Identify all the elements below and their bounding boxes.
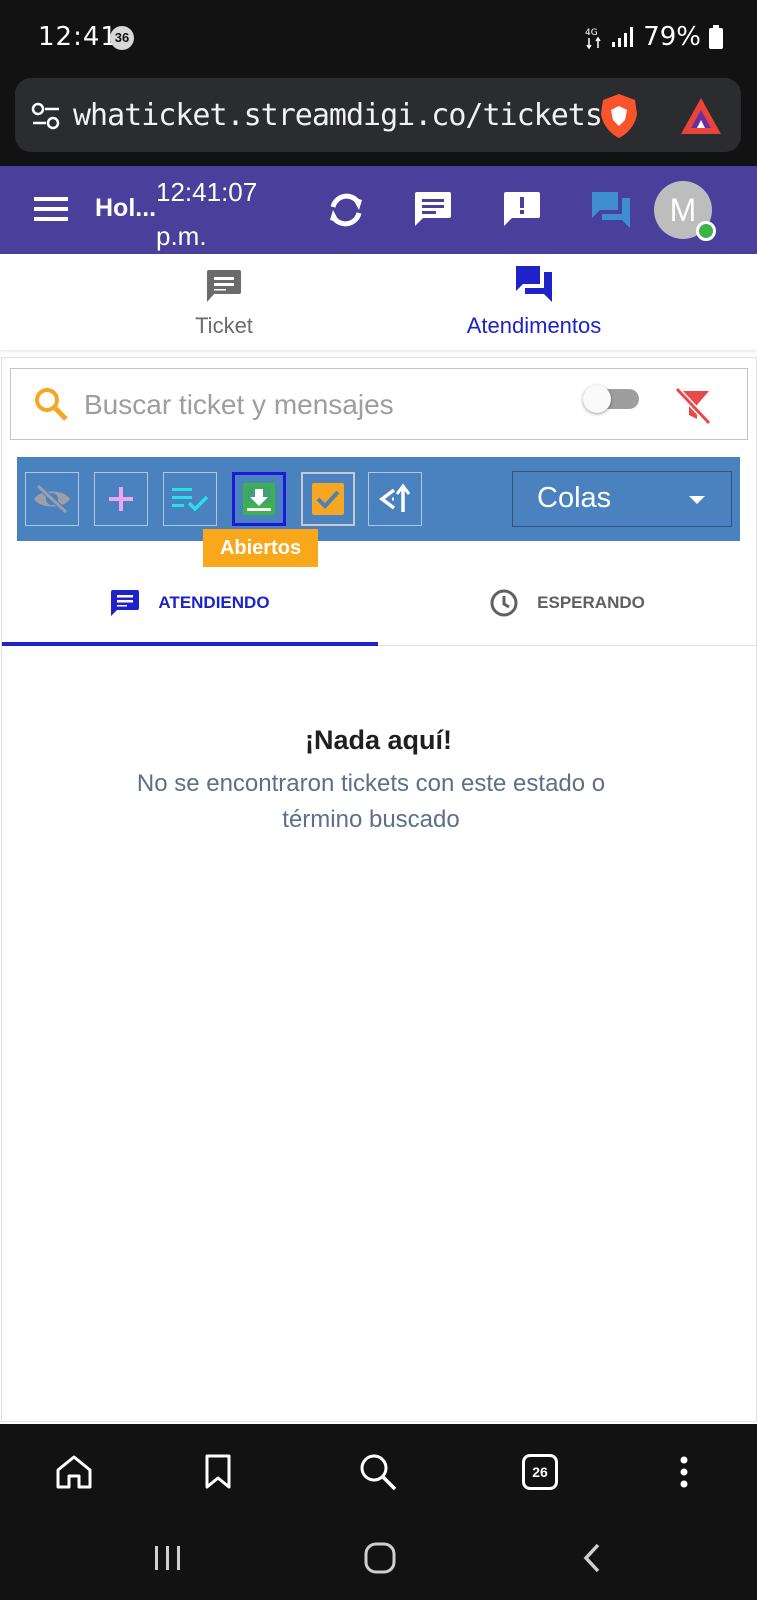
visibility-off-icon	[34, 484, 70, 514]
browser-top-bar: whaticket.streamdigi.co/tickets	[0, 76, 757, 166]
open-tickets-button[interactable]	[232, 472, 286, 526]
clock: 12:41:07 p.m.	[156, 170, 257, 258]
tab-atendimentos[interactable]: Atendimentos	[430, 254, 638, 350]
svg-text:4G: 4G	[585, 28, 598, 38]
tab-esperando[interactable]: ESPERANDO	[378, 560, 756, 645]
plus-icon	[109, 487, 133, 511]
more-vertical-icon	[680, 1456, 688, 1488]
back-chevron-icon	[583, 1543, 600, 1573]
brave-rewards-icon[interactable]	[679, 96, 723, 136]
queue-select-value: Colas	[537, 482, 612, 514]
data-arrows-icon: 4G	[585, 28, 601, 50]
resolved-list-button[interactable]	[163, 472, 217, 526]
alert-feedback-icon[interactable]	[502, 190, 542, 228]
tab-esperando-label: ESPERANDO	[537, 592, 645, 612]
forum-icon[interactable]	[590, 190, 632, 230]
home-nav-button[interactable]	[358, 1536, 402, 1580]
recents-icon	[155, 1546, 180, 1570]
battery-icon	[709, 25, 723, 49]
show-all-button[interactable]	[25, 472, 79, 526]
tab-ticket-label: Ticket	[195, 313, 253, 338]
forum-icon	[516, 266, 552, 302]
queue-select[interactable]: Colas	[512, 471, 732, 527]
clock-time: 12:41:07	[156, 177, 258, 207]
playlist-check-icon	[172, 488, 209, 512]
search-icon	[35, 388, 68, 421]
refresh-icon[interactable]	[325, 189, 367, 231]
tab-indicator	[2, 642, 378, 646]
online-status-dot	[696, 221, 716, 241]
battery-percent: 79%	[643, 22, 701, 52]
clock-icon	[490, 589, 518, 616]
bookmark-icon	[205, 1454, 231, 1489]
recent-apps-button[interactable]	[148, 1536, 188, 1580]
address-bar[interactable]: whaticket.streamdigi.co/tickets	[15, 78, 741, 152]
chat-icon	[111, 589, 140, 616]
status-right: 4G 79%	[585, 22, 723, 52]
search-icon	[360, 1454, 397, 1491]
app-title: Hol...	[95, 194, 157, 222]
tab-atendiendo[interactable]: ATENDIENDO	[2, 560, 378, 645]
system-navigation-bar	[0, 1516, 757, 1600]
sort-button[interactable]	[368, 472, 422, 526]
brave-shields-icon[interactable]	[597, 92, 641, 140]
tab-atendiendo-label: ATENDIENDO	[158, 592, 270, 612]
checkbox-icon	[312, 483, 344, 515]
messages-icon[interactable]	[413, 190, 453, 228]
main-tabs: Ticket Atendimentos	[0, 254, 757, 350]
ticket-toolbar: Colas	[17, 457, 740, 541]
app-bar: Hol... 12:41:07 p.m. M	[0, 166, 757, 254]
browser-bottom-bar: 26	[0, 1424, 757, 1516]
clock-period: p.m.	[156, 221, 207, 251]
url-text[interactable]: whaticket.streamdigi.co/tickets	[73, 98, 603, 133]
search-bar: Buscar ticket y mensajes	[10, 368, 748, 440]
closed-tickets-button[interactable]	[301, 472, 355, 526]
tab-count: 26	[522, 1454, 558, 1490]
inbox-download-icon	[243, 483, 275, 515]
status-time: 12:41	[38, 22, 118, 52]
home-button[interactable]	[52, 1450, 96, 1494]
empty-state-title: ¡Nada aquí!	[304, 725, 452, 755]
avatar-initial: M	[669, 192, 697, 228]
search-button[interactable]	[356, 1450, 400, 1494]
home-circle-icon	[364, 1542, 396, 1574]
bookmarks-button[interactable]	[196, 1450, 240, 1494]
new-ticket-button[interactable]	[94, 472, 148, 526]
tabs-button[interactable]: 26	[518, 1450, 562, 1494]
more-options-button[interactable]	[662, 1450, 706, 1494]
home-icon	[56, 1455, 92, 1489]
filter-off-icon[interactable]	[673, 385, 713, 425]
menu-icon[interactable]	[34, 196, 68, 222]
toggle-switch-thumb[interactable]	[583, 385, 611, 413]
empty-state-message: No se encontraron tickets con este estad…	[136, 770, 606, 833]
tab-atendimentos-label: Atendimentos	[466, 313, 602, 338]
notification-count-badge: 36	[110, 26, 134, 50]
back-button[interactable]	[572, 1536, 612, 1580]
site-settings-icon[interactable]	[31, 102, 61, 130]
avatar[interactable]: M	[654, 181, 716, 241]
tab-ticket[interactable]: Ticket	[150, 254, 298, 350]
chevron-down-icon	[689, 496, 705, 504]
signal-icon	[612, 27, 634, 47]
status-bar: 12:41 36 4G 79%	[0, 0, 757, 76]
search-input[interactable]: Buscar ticket y mensajes	[84, 389, 394, 421]
sort-arrows-icon	[379, 483, 411, 512]
ticket-chat-icon	[207, 270, 241, 302]
